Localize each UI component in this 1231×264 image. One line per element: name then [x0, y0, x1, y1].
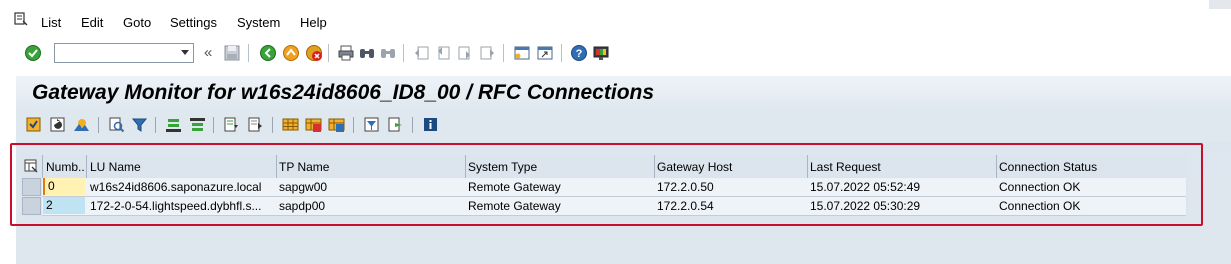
chevron-down-icon[interactable] — [181, 50, 189, 55]
toolbar-separator — [272, 117, 273, 133]
sort-descending-icon[interactable] — [189, 116, 206, 133]
menu-settings[interactable]: Settings — [170, 15, 217, 31]
save-layout-icon[interactable] — [328, 116, 345, 133]
details-icon[interactable] — [108, 116, 125, 133]
filter-icon[interactable] — [131, 116, 148, 133]
send-icon[interactable] — [387, 116, 404, 133]
toolbar-separator — [98, 117, 99, 133]
toolbar-separator — [328, 44, 329, 62]
generate-shortcut-icon[interactable] — [536, 44, 554, 62]
highlight-annotation — [10, 143, 1203, 226]
menu-goto[interactable]: Goto — [123, 15, 151, 31]
first-page-icon[interactable] — [413, 44, 431, 62]
find-icon[interactable] — [358, 44, 376, 62]
choose-icon[interactable] — [25, 116, 42, 133]
toolbar-separator — [248, 44, 249, 62]
graphic-icon[interactable] — [363, 116, 380, 133]
help-icon[interactable]: ? — [570, 44, 588, 62]
previous-page-icon[interactable] — [434, 44, 452, 62]
customize-layout-icon[interactable] — [592, 44, 610, 62]
menu-expand-icon[interactable] — [14, 12, 28, 26]
find-next-icon[interactable] — [379, 44, 397, 62]
toolbar-separator — [155, 117, 156, 133]
last-page-icon[interactable] — [478, 44, 496, 62]
toolbar-separator — [503, 44, 504, 62]
menu-help[interactable]: Help — [300, 15, 327, 31]
print-icon[interactable] — [337, 44, 355, 62]
collapse-command-icon[interactable]: « — [204, 44, 212, 61]
menu-bar: List Edit Goto Settings System Help — [0, 0, 1231, 40]
info-icon[interactable] — [422, 116, 439, 133]
toolbar-separator — [353, 117, 354, 133]
command-field[interactable] — [54, 43, 194, 63]
toolbar-separator — [561, 44, 562, 62]
toolbar-separator — [213, 117, 214, 133]
select-layout-icon[interactable] — [305, 116, 322, 133]
menu-list[interactable]: List — [41, 15, 61, 31]
chart-mountain-icon[interactable] — [73, 116, 90, 133]
window-control-strip — [1209, 0, 1231, 9]
export-icon[interactable] — [223, 116, 240, 133]
menu-system[interactable]: System — [237, 15, 280, 31]
cancel-icon[interactable] — [305, 44, 323, 62]
page-title: Gateway Monitor for w16s24id8606_ID8_00 … — [32, 81, 655, 104]
toolbar-separator — [403, 44, 404, 62]
toolbar-separator — [412, 117, 413, 133]
sort-ascending-icon[interactable] — [165, 116, 182, 133]
save-icon[interactable] — [223, 44, 241, 62]
back-icon[interactable] — [259, 44, 277, 62]
exit-icon[interactable] — [282, 44, 300, 62]
create-session-icon[interactable] — [513, 44, 531, 62]
next-page-icon[interactable] — [456, 44, 474, 62]
enter-check-icon[interactable] — [24, 44, 42, 62]
menu-edit[interactable]: Edit — [81, 15, 103, 31]
layout-icon[interactable] — [282, 116, 299, 133]
views-icon[interactable] — [247, 116, 264, 133]
svg-text:?: ? — [576, 48, 583, 60]
refresh-icon[interactable] — [49, 116, 66, 133]
